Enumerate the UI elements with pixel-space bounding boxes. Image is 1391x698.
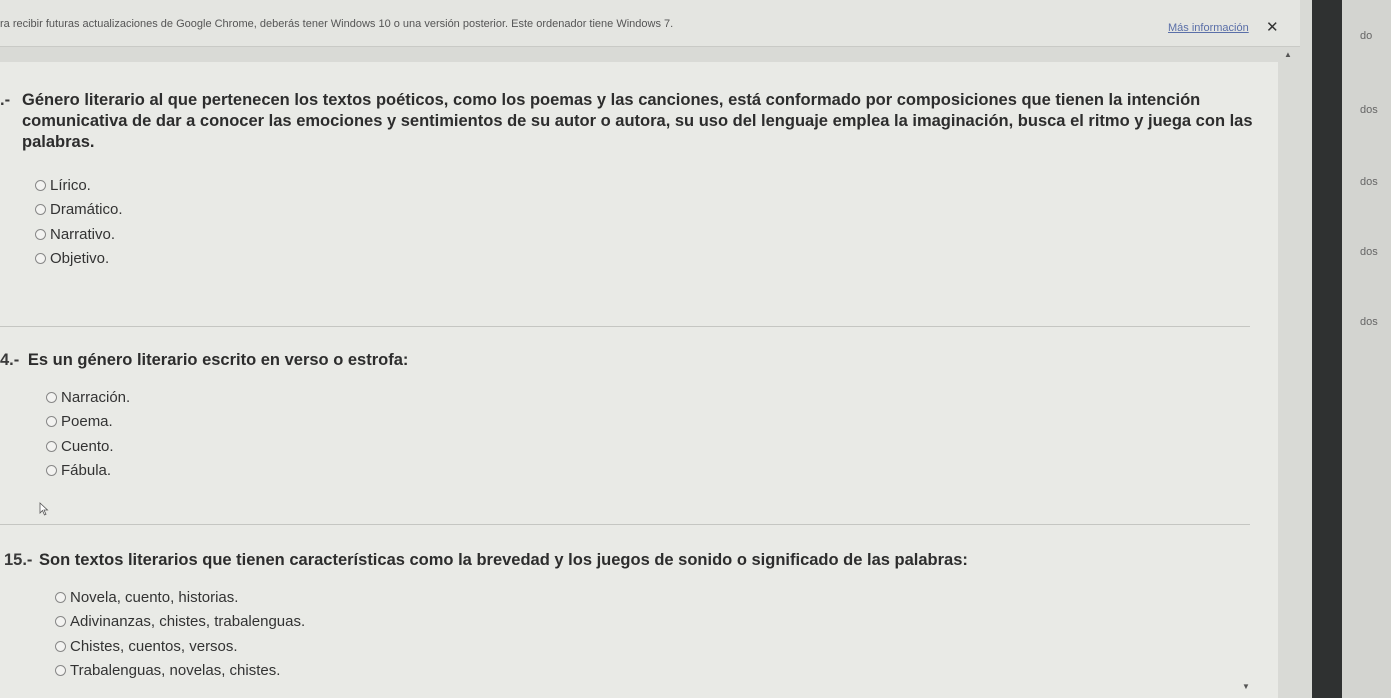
option-label: Narración. xyxy=(61,388,131,406)
infobar-message: ra recibir futuras actualizaciones de Go… xyxy=(0,18,674,30)
side-label: do xyxy=(1360,30,1373,42)
radio-button[interactable] xyxy=(35,253,46,265)
radio-button[interactable] xyxy=(46,416,57,428)
option-lirico[interactable]: Lírico. xyxy=(35,173,1270,198)
side-label: dos xyxy=(1360,104,1378,116)
option-adivinanzas[interactable]: Adivinanzas, chistes, trabalenguas. xyxy=(55,610,1270,635)
option-label: Poema. xyxy=(61,413,113,431)
option-cuento[interactable]: Cuento. xyxy=(46,434,1270,459)
options-list: Lírico. Dramático. Narrativo. Objetivo. xyxy=(0,173,1270,271)
question-number: 15.- xyxy=(4,551,33,569)
scroll-down-icon[interactable]: ▼ xyxy=(1242,682,1250,691)
close-icon[interactable]: ✕ xyxy=(1266,18,1279,36)
option-label: Trabalenguas, novelas, chistes. xyxy=(70,662,281,680)
radio-button[interactable] xyxy=(46,391,57,403)
option-label: Chistes, cuentos, versos. xyxy=(70,637,238,655)
radio-button[interactable] xyxy=(35,204,46,216)
option-chistes[interactable]: Chistes, cuentos, versos. xyxy=(55,634,1270,659)
option-narracion[interactable]: Narración. xyxy=(46,385,1270,410)
options-list: Narración. Poema. Cuento. Fábula. xyxy=(0,385,1270,483)
side-label: dos xyxy=(1360,316,1378,328)
radio-button[interactable] xyxy=(35,179,46,191)
radio-button[interactable] xyxy=(55,665,66,677)
option-label: Cuento. xyxy=(61,437,114,455)
option-label: Lírico. xyxy=(50,176,91,194)
side-label: dos xyxy=(1360,246,1378,258)
radio-button[interactable] xyxy=(55,640,66,652)
divider xyxy=(0,326,1250,327)
option-narrativo[interactable]: Narrativo. xyxy=(35,222,1270,247)
option-poema[interactable]: Poema. xyxy=(46,410,1270,435)
option-label: Dramático. xyxy=(50,201,123,219)
option-label: Narrativo. xyxy=(50,225,116,243)
question-1: .- Género literario al que pertenecen lo… xyxy=(0,90,1270,271)
radio-button[interactable] xyxy=(46,465,57,477)
form-content: .- Género literario al que pertenecen lo… xyxy=(0,62,1278,698)
option-label: Novela, cuento, historias. xyxy=(70,588,239,606)
question-text: Género literario al que pertenecen los t… xyxy=(22,91,1253,151)
chrome-update-infobar: ra recibir futuras actualizaciones de Go… xyxy=(0,0,1300,47)
question-text: Es un género literario escrito en verso … xyxy=(27,351,409,369)
option-trabalenguas[interactable]: Trabalenguas, novelas, chistes. xyxy=(55,659,1270,684)
dark-side-panel xyxy=(1312,0,1342,698)
radio-button[interactable] xyxy=(46,440,57,452)
option-novela[interactable]: Novela, cuento, historias. xyxy=(55,585,1270,610)
divider xyxy=(0,524,1250,525)
question-2: 4.- Es un género literario escrito en ve… xyxy=(0,350,1270,483)
option-label: Adivinanzas, chistes, trabalenguas. xyxy=(70,613,306,631)
option-fabula[interactable]: Fábula. xyxy=(46,459,1270,484)
mouse-cursor-icon xyxy=(39,502,49,516)
radio-button[interactable] xyxy=(55,591,66,603)
question-3: 15.- Son textos literarios que tienen ca… xyxy=(0,550,1270,683)
scroll-up-icon[interactable]: ▲ xyxy=(1284,50,1292,59)
option-label: Objetivo. xyxy=(50,250,110,268)
side-label: dos xyxy=(1360,176,1378,188)
question-number: 4.- xyxy=(0,351,20,369)
option-label: Fábula. xyxy=(61,462,112,480)
more-info-link[interactable]: Más información xyxy=(1168,22,1249,34)
question-text: Son textos literarios que tienen caracte… xyxy=(39,551,968,569)
radio-button[interactable] xyxy=(35,228,46,240)
options-list: Novela, cuento, historias. Adivinanzas, … xyxy=(0,585,1270,683)
option-dramatico[interactable]: Dramático. xyxy=(35,198,1270,223)
option-objetivo[interactable]: Objetivo. xyxy=(35,247,1270,272)
question-number: .- xyxy=(0,91,11,109)
radio-button[interactable] xyxy=(55,616,66,628)
side-column: do dos dos dos dos xyxy=(1342,0,1391,698)
